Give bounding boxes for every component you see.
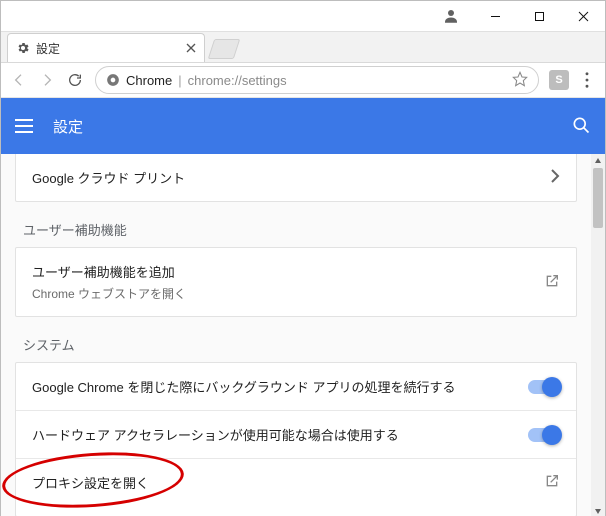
accessibility-card: ユーザー補助機能を追加 Chrome ウェブストアを開く <box>15 247 577 317</box>
chrome-window: 設定 Chrome | chrome://settings <box>0 0 606 516</box>
open-external-icon <box>544 273 560 292</box>
system-hardware-row[interactable]: ハードウェア アクセラレーションが使用可能な場合は使用する <box>16 410 576 458</box>
system-proxy-title: プロキシ設定を開く <box>32 473 544 492</box>
gear-icon <box>16 41 30 55</box>
back-button[interactable] <box>5 66 33 94</box>
new-tab-button[interactable] <box>208 39 240 59</box>
search-icon[interactable] <box>571 115 591 138</box>
forward-button[interactable] <box>33 66 61 94</box>
scrollbar[interactable] <box>591 154 605 516</box>
content-area: 設定 Google クラウド プリント <box>1 98 605 516</box>
system-proxy-row[interactable]: プロキシ設定を開く <box>16 458 576 516</box>
page-title: 設定 <box>53 116 571 137</box>
system-hardware-title: ハードウェア アクセラレーションが使用可能な場合は使用する <box>32 425 528 444</box>
section-header-accessibility: ユーザー補助機能 <box>23 220 575 239</box>
chrome-icon <box>106 73 120 87</box>
tab-title: 設定 <box>36 40 186 57</box>
cloud-print-row[interactable]: Google クラウド プリント <box>16 154 576 201</box>
account-icon[interactable] <box>429 7 473 25</box>
hardware-toggle[interactable] <box>528 428 560 442</box>
browser-menu-button[interactable] <box>573 66 601 94</box>
browser-tab[interactable]: 設定 <box>7 33 205 62</box>
extension-badge[interactable]: S <box>549 70 569 90</box>
cloud-print-card: Google クラウド プリント <box>15 154 577 202</box>
accessibility-add-row[interactable]: ユーザー補助機能を追加 Chrome ウェブストアを開く <box>16 248 576 316</box>
url-separator: | <box>178 73 181 88</box>
url-path: chrome://settings <box>188 73 287 88</box>
chevron-right-icon <box>550 169 560 186</box>
tab-strip: 設定 <box>1 32 605 63</box>
bookmark-star-icon[interactable] <box>512 71 528 90</box>
cloud-print-title: Google クラウド プリント <box>32 168 550 187</box>
scroll-down-icon[interactable] <box>591 504 605 516</box>
system-background-title: Google Chrome を閉じた際にバックグラウンド アプリの処理を続行する <box>32 377 528 396</box>
address-bar[interactable]: Chrome | chrome://settings <box>95 66 539 94</box>
window-close-button[interactable] <box>561 1 605 31</box>
scroll-up-icon[interactable] <box>591 154 605 168</box>
settings-header: 設定 <box>1 98 605 154</box>
reload-button[interactable] <box>61 66 89 94</box>
section-header-system: システム <box>23 335 575 354</box>
browser-toolbar: Chrome | chrome://settings S <box>1 63 605 98</box>
hamburger-icon[interactable] <box>15 119 37 133</box>
window-minimize-button[interactable] <box>473 1 517 31</box>
scrollbar-thumb[interactable] <box>593 168 603 228</box>
settings-body: Google クラウド プリント ユーザー補助機能 <box>1 154 605 516</box>
accessibility-add-title: ユーザー補助機能を追加 <box>32 262 544 281</box>
window-maximize-button[interactable] <box>517 1 561 31</box>
system-card: Google Chrome を閉じた際にバックグラウンド アプリの処理を続行する… <box>15 362 577 516</box>
background-toggle[interactable] <box>528 380 560 394</box>
close-icon[interactable] <box>186 41 196 56</box>
accessibility-add-subtitle: Chrome ウェブストアを開く <box>32 285 544 302</box>
open-external-icon <box>544 473 560 492</box>
system-background-row[interactable]: Google Chrome を閉じた際にバックグラウンド アプリの処理を続行する <box>16 363 576 410</box>
window-titlebar <box>1 1 605 32</box>
settings-page: 設定 Google クラウド プリント <box>1 98 605 516</box>
url-origin: Chrome <box>126 73 172 88</box>
